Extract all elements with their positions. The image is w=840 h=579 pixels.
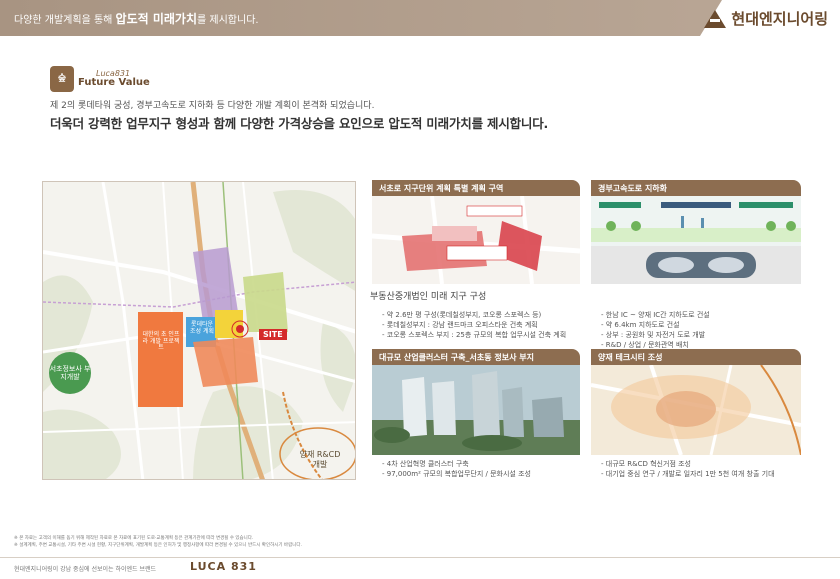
brand-mark-icon [704, 9, 727, 28]
headline-line2: 더욱더 강력한 업무지구 형성과 함께 다양한 가격상승을 요인으로 압도적 미… [50, 116, 549, 131]
panel-expressway: 경부고속도로 지하화 - 한남 IC ~ 양재 IC간 지하도로 건설 - 약 … [591, 180, 801, 350]
bullet-item: - 대기업 중심 연구 / 개발로 일자리 1만 5천 여개 창출 기대 [601, 470, 775, 478]
map-tag-infra: 대한의 초 인프라 개발 프로젝트 [142, 331, 180, 352]
future-value-logo: 숲 Luca831 Future Value [50, 66, 150, 92]
panel-title: 대규모 산업클러스터 구축_서초동 정보사 부지 [372, 349, 580, 365]
panel-title: 경부고속도로 지하화 [591, 180, 801, 196]
bullet-item: - 코오롱 스포렉스 부지 : 25층 규모의 복합 업무시설 건축 계획 [382, 331, 567, 339]
map-label-seocho: 서초정보사 부지개발 [49, 352, 91, 394]
tech-city-map-image [591, 365, 801, 455]
headline-line1: 제 2의 롯데타워 궁성, 경부고속도로 지하화 등 다양한 개발 계획이 본격… [50, 101, 375, 111]
panel-title: 양재 테크시티 조성 [591, 349, 801, 365]
expressway-image [591, 196, 801, 284]
bullet-item: - 약 6.4km 지하도로 건설 [601, 321, 680, 329]
panel-bullets: - 대규모 R&CD 혁신거점 조성 - 대기업 중심 연구 / 개발로 일자리… [591, 459, 801, 479]
bullet-item: - 4차 산업혁명 클러스터 구축 [382, 460, 469, 468]
footnote: ※ 본 자료는 고객의 이해를 돕기 위해 제작된 자료로 본 자료에 표기된 … [14, 536, 254, 541]
bullet-item: - 97,000m² 규모의 복합업무단지 / 문화시설 조성 [382, 470, 531, 478]
map-label-rd: 양재 R&CD 개발 [299, 450, 341, 469]
panel-seocho-district: 서초로 지구단위 계획 특별 계획 구역 - 약 2.6만 평 구성(롯데칠성부… [372, 180, 580, 340]
panel-tech-city: 양재 테크시티 조성 - 대규모 R&CD 혁신거점 조성 - 대기업 중심 연… [591, 349, 801, 479]
brand-name: 현대엔지니어링 [731, 10, 828, 28]
future-value-badge: 숲 [50, 66, 74, 92]
top-banner: 다양한 개발계획을 통해 압도적 미래가치를 제시합니다. 현대엔지니어링 [0, 0, 840, 36]
bullet-item: - 상부 : 공원화 및 자전거 도로 개발 [601, 331, 706, 339]
banner-text: 다양한 개발계획을 통해 압도적 미래가치를 제시합니다. [14, 10, 259, 27]
bullet-item: - 약 2.6만 평 구성(롯데칠성부지, 코오롱 스포렉스 등) [382, 311, 542, 319]
district-plan-image [372, 196, 580, 284]
panel-industrial-cluster: 대규모 산업클러스터 구축_서초동 정보사 부지 - 4차 산업혁명 클러스터 … [372, 349, 580, 479]
logo-big-text: Future Value [78, 76, 150, 88]
footer-text: 현대엔지니어링이 강남 중심에 선보이는 하이엔드 브랜드 [14, 566, 157, 573]
bullet-item: - 대규모 R&CD 혁신거점 조성 [601, 460, 691, 468]
banner-text-strong: 압도적 미래가치 [115, 12, 198, 26]
panel-bullets: - 4차 산업혁명 클러스터 구축 - 97,000m² 규모의 복합업무단지 … [372, 459, 580, 479]
panel-bullets: - 한남 IC ~ 양재 IC간 지하도로 건설 - 약 6.4km 지하도로 … [591, 310, 801, 350]
footer-divider [0, 557, 840, 558]
site-label: SITE [259, 329, 287, 340]
map-tag-lotte: 롯데타운 조성 계획 [190, 321, 214, 335]
footer-logo: LUCA 831 [190, 560, 257, 573]
footnote: ※ 설계계획, 주변 교통시설, 기타 주변 시설 현황, 지구단위계획, 개발… [14, 543, 302, 548]
overlay-watermark-text: 부동산중개법인 미래 지구 구성 [368, 289, 489, 302]
panel-title: 서초로 지구단위 계획 특별 계획 구역 [372, 180, 580, 196]
future-value-text: Luca831 Future Value [78, 69, 150, 89]
brand-logo: 현대엔지니어링 [704, 8, 828, 29]
bullet-item: - 롯데칠성부지 : 강남 랜드마크 오피스타운 건축 계획 [382, 321, 538, 329]
bullet-item: - 한남 IC ~ 양재 IC간 지하도로 건설 [601, 311, 710, 319]
panel-bullets: - 약 2.6만 평 구성(롯데칠성부지, 코오롱 스포렉스 등) - 롯데칠성… [372, 310, 580, 340]
banner-text-prefix: 다양한 개발계획을 통해 [14, 15, 116, 26]
development-map: 서초정보사 부지개발 롯데타운 조성 계획 대한의 초 인프라 개발 프로젝트 … [42, 181, 356, 480]
banner-text-suffix: 를 제시합니다. [197, 15, 259, 26]
cluster-rendering-image [372, 365, 580, 455]
